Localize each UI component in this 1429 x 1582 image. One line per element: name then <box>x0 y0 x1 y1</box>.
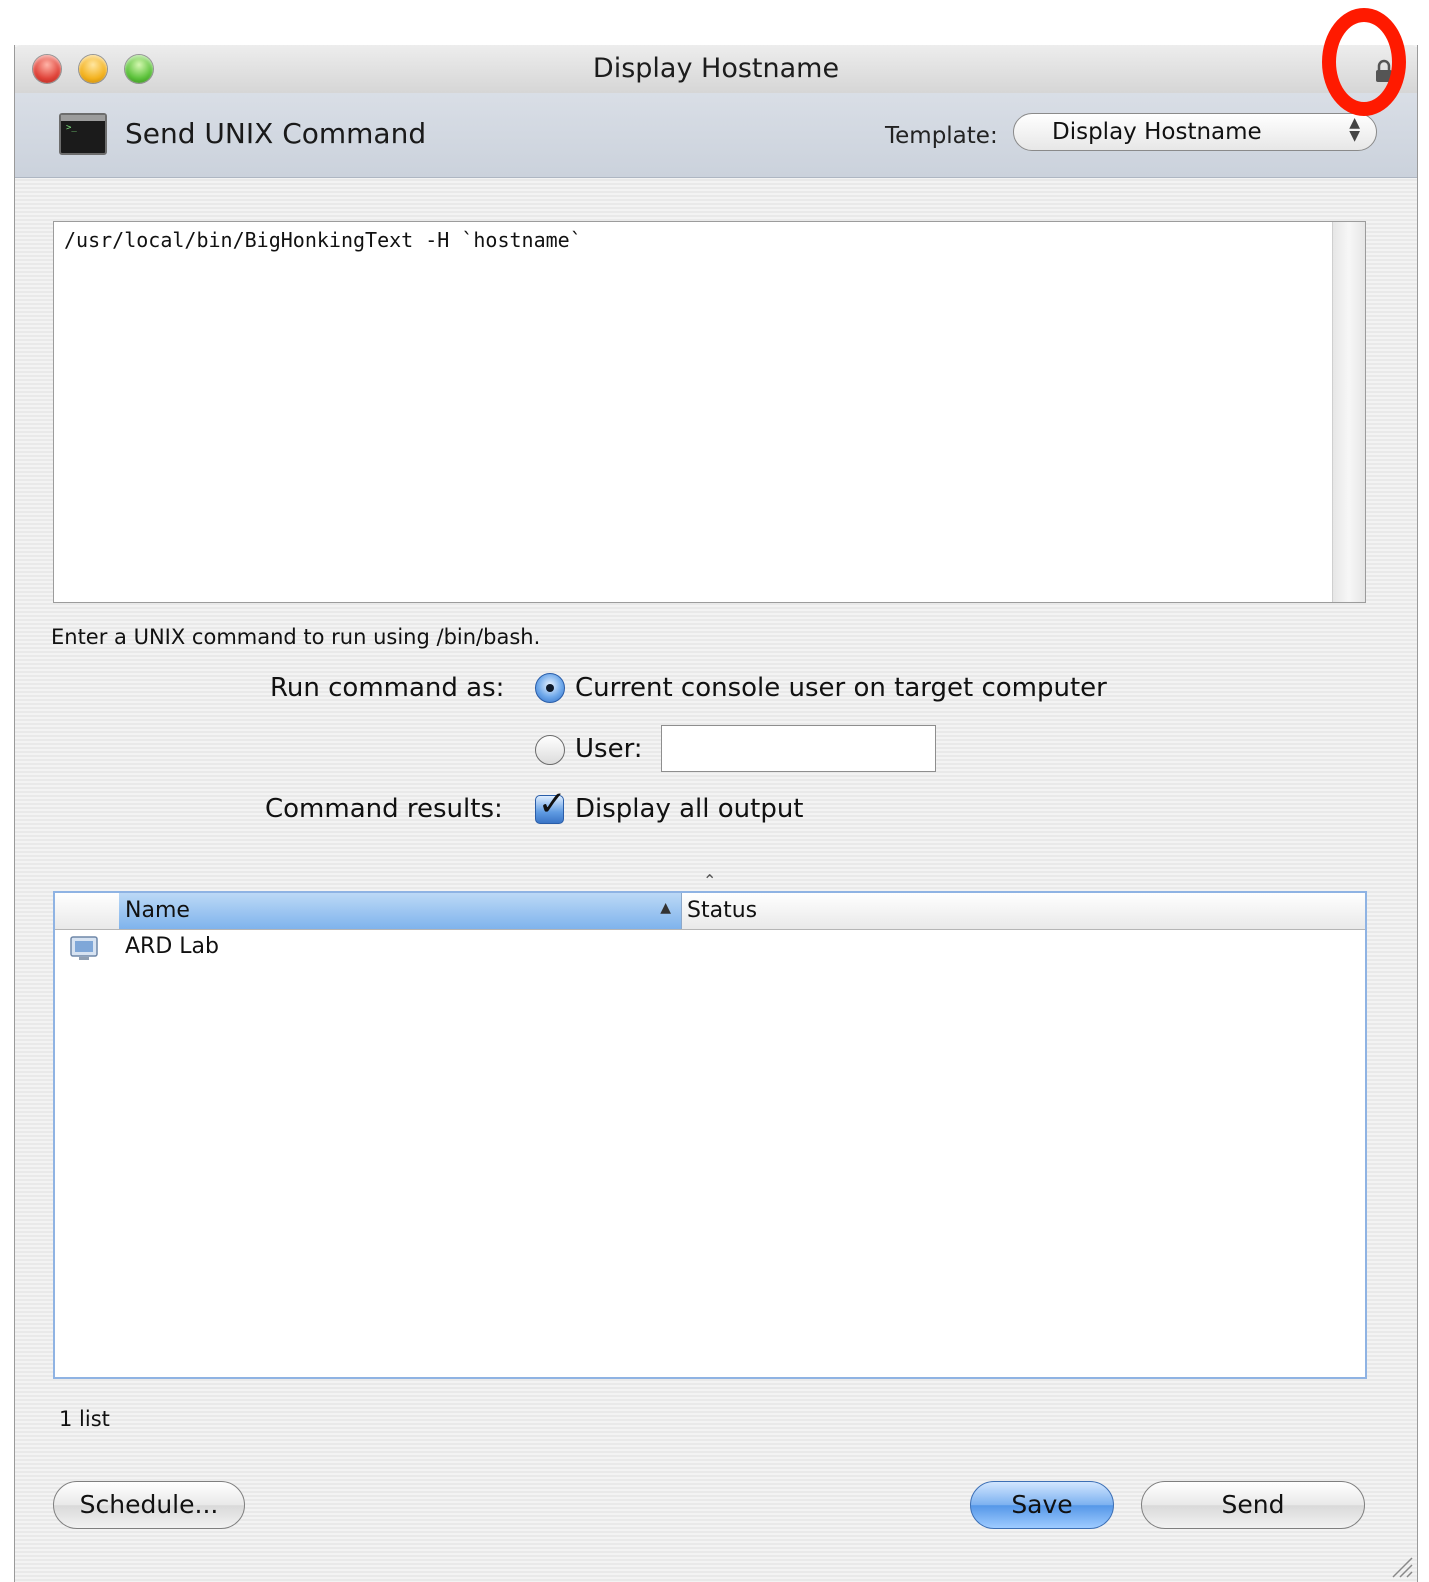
table-row[interactable]: ARD Lab <box>55 931 1365 969</box>
sort-ascending-icon: ▲ <box>660 900 671 916</box>
command-results-label: Command results: <box>265 794 503 824</box>
terminal-icon: >_ <box>59 113 107 155</box>
save-button[interactable]: Save <box>970 1481 1114 1529</box>
display-output-checkbox[interactable]: ✓ <box>535 784 567 824</box>
command-hint: Enter a UNIX command to run using /bin/b… <box>51 625 541 649</box>
title-bar[interactable]: Display Hostname <box>15 45 1417 94</box>
task-header: >_ Send UNIX Command Template: Display H… <box>15 93 1417 178</box>
resize-grip-icon[interactable] <box>1391 1556 1413 1578</box>
column-header-name[interactable]: Name ▲ <box>119 893 682 929</box>
column-header-status[interactable]: Status <box>687 898 757 923</box>
template-select-value: Display Hostname <box>1052 119 1262 145</box>
display-output-label[interactable]: Display all output <box>575 794 804 824</box>
template-select[interactable]: Display Hostname ▲ ▼ <box>1013 113 1377 151</box>
template-label: Template: <box>885 123 998 149</box>
radio-console-user-label[interactable]: Current console user on target computer <box>575 673 1107 703</box>
schedule-button[interactable]: Schedule... <box>53 1481 245 1529</box>
computer-list-table[interactable]: Name ▲ Status ARD Lab <box>53 891 1367 1379</box>
radio-console-user[interactable] <box>535 673 565 703</box>
table-header: Name ▲ Status <box>55 893 1365 930</box>
splitter-handle-icon[interactable]: ⌃ <box>703 871 716 890</box>
user-field[interactable] <box>661 725 936 772</box>
highlight-ring <box>1322 8 1406 116</box>
radio-user[interactable] <box>535 735 565 765</box>
command-textarea[interactable]: /usr/local/bin/BigHonkingText -H `hostna… <box>53 221 1366 603</box>
task-title: Send UNIX Command <box>125 117 427 150</box>
send-button[interactable]: Send <box>1141 1481 1365 1529</box>
radio-user-label[interactable]: User: <box>575 734 643 764</box>
send-unix-command-window: Display Hostname >_ Send UNIX Command Te… <box>14 45 1418 1582</box>
computer-list-icon <box>70 936 98 960</box>
command-text: /usr/local/bin/BigHonkingText -H `hostna… <box>64 228 582 252</box>
window-title: Display Hostname <box>592 53 840 84</box>
select-arrows-icon: ▲ ▼ <box>1349 115 1360 144</box>
list-count: 1 list <box>59 1407 110 1431</box>
command-scrollbar[interactable] <box>1332 222 1365 602</box>
row-name: ARD Lab <box>125 934 219 959</box>
run-as-label: Run command as: <box>270 673 505 703</box>
checkmark-icon: ✓ <box>538 784 567 824</box>
